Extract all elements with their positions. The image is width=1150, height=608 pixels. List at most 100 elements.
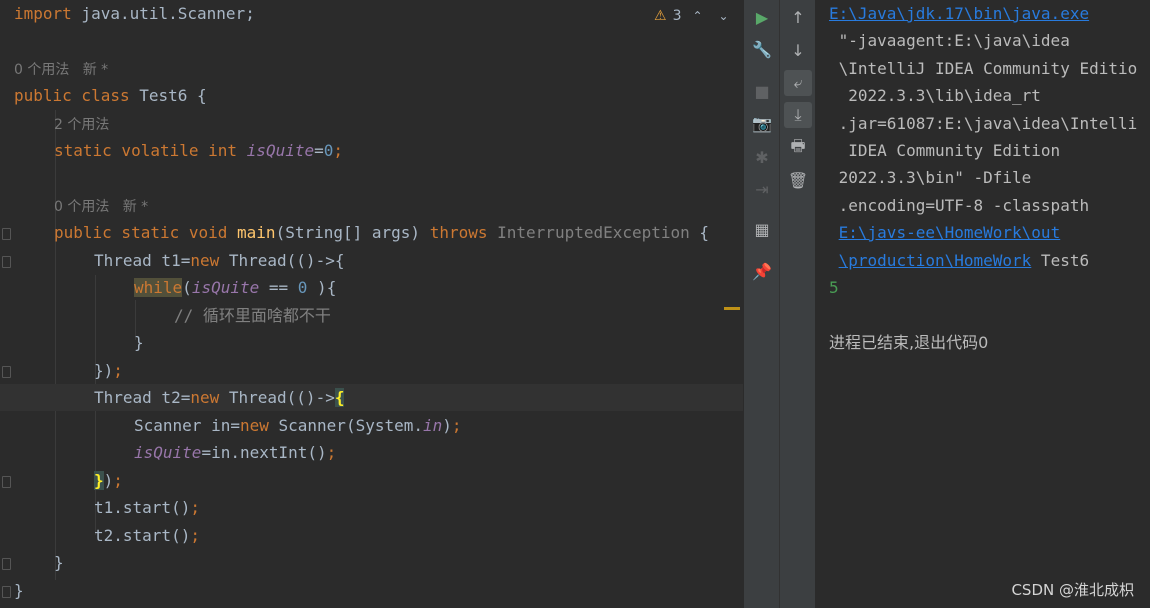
up-arrow-icon[interactable]: ↑: [784, 4, 812, 30]
code-text: {: [689, 223, 710, 242]
code-text: java.util.Scanner;: [71, 4, 255, 23]
code-text: =: [314, 141, 324, 160]
code-line[interactable]: public static void main(String[] args) t…: [0, 219, 743, 246]
usage-hint-line[interactable]: 2 个用法: [0, 110, 743, 137]
keyword: new: [190, 251, 220, 270]
semicolon: ;: [113, 361, 123, 380]
run-console[interactable]: E:\Java\jdk.17\bin\java.exe "-javaagent:…: [815, 0, 1150, 608]
code-line[interactable]: });: [0, 357, 743, 384]
code-text: ==: [259, 278, 298, 297]
console-line: E:\javs-ee\HomeWork\out: [829, 219, 1061, 246]
code-text: (String[] args): [275, 223, 421, 242]
camera-icon[interactable]: 📷: [748, 110, 776, 136]
inspection-widget[interactable]: ⚠ 3 ⌃ ⌄: [654, 5, 734, 27]
code-line[interactable]: }: [0, 577, 743, 604]
matched-brace: }: [94, 471, 104, 490]
code-text: Thread(()->: [219, 388, 335, 407]
warning-icon[interactable]: ⚠: [654, 8, 667, 24]
code-text: t1.start(): [94, 498, 191, 517]
exception-name: InterruptedException: [497, 223, 690, 242]
code-line[interactable]: }: [0, 329, 743, 356]
semicolon: ;: [333, 141, 344, 160]
keyword: new: [190, 388, 220, 407]
field-name: isQuite: [191, 278, 260, 297]
code-line[interactable]: while(isQuite == 0 ){: [0, 274, 743, 301]
method-name: main: [237, 223, 276, 242]
keyword: import: [14, 4, 72, 23]
keyword: new: [239, 416, 269, 435]
run-toolbar-right: ↑ ↓ ⤶ ⤓ 🖶 🗑: [779, 0, 815, 608]
code-line[interactable]: t2.start();: [0, 522, 743, 549]
run-toolbar-left: ▶ 🔧 ■ 📷 ✱ ⇥ ▦ 📌: [743, 0, 779, 608]
classpath-link[interactable]: E:\javs-ee\HomeWork\out: [839, 223, 1061, 242]
field-name: isQuite: [134, 443, 202, 462]
code-editor[interactable]: import java.util.Scanner; 0 个用法 新 * publ…: [0, 0, 743, 608]
usage-hint-line[interactable]: 0 个用法 新 *: [0, 55, 743, 82]
code-text: }: [54, 553, 64, 572]
code-text: Thread t1=: [94, 251, 191, 270]
keyword: public static void: [54, 223, 228, 242]
console-line: .jar=61087:E:\java\idea\Intelli: [829, 114, 1138, 133]
debug-bug-icon[interactable]: ✱: [748, 144, 776, 170]
classpath-link[interactable]: \production\HomeWork: [839, 251, 1032, 270]
layout-icon[interactable]: ▦: [748, 216, 776, 242]
scroll-to-end-icon[interactable]: ⤓: [784, 102, 812, 128]
login-icon[interactable]: ⇥: [748, 176, 776, 202]
code-line[interactable]: t1.start();: [0, 494, 743, 521]
code-line[interactable]: static volatile int isQuite=0;: [0, 137, 743, 164]
code-text: Thread(()->{: [219, 251, 345, 270]
warning-stripe-marker[interactable]: [724, 307, 740, 310]
code-text: Thread t2=: [94, 388, 191, 407]
pin-icon[interactable]: 📌: [748, 258, 776, 284]
code-text: =in.nextInt(): [201, 443, 327, 462]
trash-icon[interactable]: 🗑: [784, 167, 812, 193]
rerun-icon[interactable]: ▶: [748, 4, 776, 30]
stop-icon[interactable]: ■: [748, 78, 776, 104]
console-line: "-javaagent:E:\java\idea: [829, 31, 1070, 50]
console-line: 2022.3.3\lib\idea_rt: [829, 86, 1041, 105]
warning-count[interactable]: 3: [673, 8, 682, 24]
soft-wrap-icon[interactable]: ⤶: [784, 70, 812, 96]
semicolon: ;: [326, 443, 337, 462]
keyword: while: [134, 278, 183, 297]
usage-hint[interactable]: 0 个用法 新 *: [54, 199, 148, 215]
number-literal: 0: [323, 141, 334, 160]
field-name: isQuite: [246, 141, 315, 160]
java-exe-link[interactable]: E:\Java\jdk.17\bin\java.exe: [829, 4, 1089, 23]
code-line[interactable]: Scanner in=new Scanner(System.in);: [0, 412, 743, 439]
watermark: CSDN @淮北成枳: [1011, 581, 1134, 599]
console-line: .encoding=UTF-8 -classpath: [829, 196, 1090, 215]
code-line[interactable]: });: [0, 467, 743, 494]
console-line: 2022.3.3\bin" -Dfile: [829, 168, 1032, 187]
code-line[interactable]: isQuite=in.nextInt();: [0, 439, 743, 466]
code-text: }: [134, 333, 144, 352]
usage-hint[interactable]: 0 个用法 新 *: [14, 62, 108, 78]
semicolon: ;: [451, 416, 462, 435]
code-line[interactable]: import java.util.Scanner;: [0, 0, 743, 27]
console-user-input: 5: [829, 278, 839, 297]
code-text: t2.start(): [94, 526, 191, 545]
console-line: IDEA Community Edition: [829, 141, 1061, 160]
semicolon: ;: [190, 526, 200, 545]
print-icon[interactable]: 🖶: [784, 135, 812, 161]
console-line: E:\Java\jdk.17\bin\java.exe: [829, 0, 1089, 27]
keyword: public class: [14, 86, 130, 105]
code-line[interactable]: Thread t1=new Thread(()->{: [0, 247, 743, 274]
code-text: Scanner(System.: [268, 416, 424, 435]
next-highlight-icon[interactable]: ⌄: [714, 9, 734, 23]
code-line[interactable]: // 循环里面啥都不干: [0, 302, 743, 329]
semicolon: ;: [190, 498, 200, 517]
code-text: (: [182, 278, 192, 297]
code-text: ){: [307, 278, 337, 297]
current-code-line[interactable]: Thread t2=new Thread(()->{: [0, 384, 743, 411]
usage-hint[interactable]: 2 个用法: [54, 117, 109, 133]
code-line[interactable]: public class Test6 {: [0, 82, 743, 109]
code-line[interactable]: }: [0, 549, 743, 576]
down-arrow-icon[interactable]: ↓: [784, 37, 812, 63]
previous-highlight-icon[interactable]: ⌃: [687, 9, 707, 23]
usage-hint-line[interactable]: 0 个用法 新 *: [0, 192, 743, 219]
number-literal: 0: [297, 278, 308, 297]
code-comment: // 循环里面啥都不干: [174, 306, 331, 325]
keyword: throws: [429, 223, 488, 242]
wrench-icon[interactable]: 🔧: [748, 36, 776, 62]
